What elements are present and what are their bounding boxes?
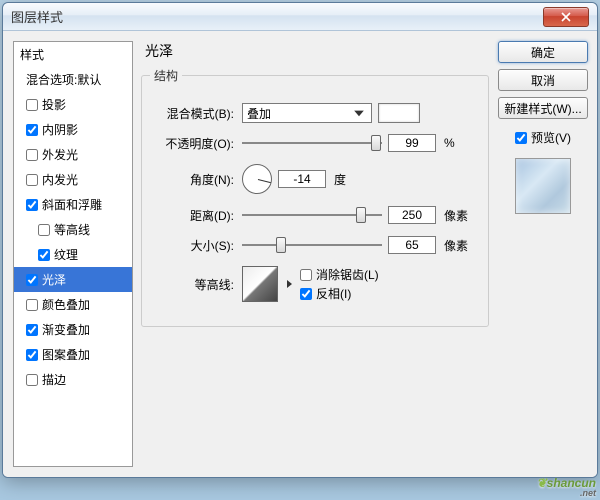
angle-input[interactable] [278,170,326,188]
opacity-slider[interactable] [242,134,382,152]
blend-mode-row: 混合模式(B): 叠加 [156,102,474,124]
invert-checkbox[interactable]: 反相(I) [300,285,379,302]
sidebar-item-label: 描边 [42,371,66,388]
contour-row: 等高线: 消除锯齿(L) [156,264,474,304]
sidebar-header[interactable]: 样式 [14,42,132,67]
sidebar-item-label: 内阴影 [42,121,78,138]
sidebar-item-style[interactable]: 颜色叠加 [14,292,132,317]
sidebar-item-label: 光泽 [42,271,66,288]
size-slider[interactable] [242,236,382,254]
right-column: 确定 取消 新建样式(W)... 预览(V) [497,31,597,477]
style-checkbox[interactable] [26,274,38,286]
slider-thumb[interactable] [276,237,286,253]
antialias-label: 消除锯齿(L) [316,266,379,283]
sidebar-item-style[interactable]: 光泽 [14,267,132,292]
content-area: 样式 混合选项:默认 投影内阴影外发光内发光斜面和浮雕等高线纹理光泽颜色叠加渐变… [3,31,597,477]
style-checkbox[interactable] [26,199,38,211]
angle-unit: 度 [334,171,358,188]
preview-label: 预览(V) [531,129,571,146]
preview-checkbox[interactable]: 预览(V) [515,129,571,146]
sidebar-item-style[interactable]: 斜面和浮雕 [14,192,132,217]
titlebar[interactable]: 图层样式 [3,3,597,31]
preview-input[interactable] [515,132,527,144]
style-checkbox[interactable] [26,99,38,111]
angle-row: 角度(N): 度 [156,162,474,196]
sidebar-item-style[interactable]: 图案叠加 [14,342,132,367]
invert-input[interactable] [300,288,312,300]
sidebar-item-label: 斜面和浮雕 [42,196,102,213]
opacity-unit: % [444,136,468,150]
contour-picker[interactable] [242,266,278,302]
ok-button[interactable]: 确定 [498,41,588,63]
size-label: 大小(S): [156,237,242,254]
angle-dial[interactable] [242,164,272,194]
sidebar-item-style[interactable]: 描边 [14,367,132,392]
size-input[interactable] [388,236,436,254]
sidebar-item-label: 内发光 [42,171,78,188]
blend-mode-dropdown[interactable]: 叠加 [242,103,372,123]
angle-label: 角度(N): [156,171,242,188]
style-checkbox[interactable] [26,349,38,361]
panel-title: 光泽 [141,41,489,61]
close-button[interactable] [543,7,589,27]
style-checkbox[interactable] [26,299,38,311]
style-checkbox[interactable] [26,324,38,336]
sidebar-item-label: 外发光 [42,146,78,163]
window-title: 图层样式 [11,7,543,26]
opacity-row: 不透明度(O): % [156,132,474,154]
structure-legend: 结构 [150,67,182,84]
antialias-checkbox[interactable]: 消除锯齿(L) [300,266,379,283]
sidebar-item-style[interactable]: 等高线 [14,217,132,242]
new-style-button[interactable]: 新建样式(W)... [498,97,588,119]
distance-unit: 像素 [444,207,468,224]
slider-thumb[interactable] [356,207,366,223]
structure-fieldset: 结构 混合模式(B): 叠加 不透明度(O): [141,67,489,327]
distance-input[interactable] [388,206,436,224]
sidebar-item-style[interactable]: 投影 [14,92,132,117]
sidebar-item-label: 等高线 [54,221,90,238]
main-panel: 光泽 结构 混合模式(B): 叠加 不透明度(O): [133,31,497,477]
blend-mode-label: 混合模式(B): [156,105,242,122]
sidebar-item-label: 投影 [42,96,66,113]
slider-thumb[interactable] [371,135,381,151]
sidebar-item-style[interactable]: 纹理 [14,242,132,267]
size-row: 大小(S): 像素 [156,234,474,256]
angle-indicator [258,179,271,183]
distance-label: 距离(D): [156,207,242,224]
opacity-label: 不透明度(O): [156,135,242,152]
leaf-icon: ❦ [537,476,547,490]
distance-row: 距离(D): 像素 [156,204,474,226]
distance-slider[interactable] [242,206,382,224]
sidebar-item-style[interactable]: 外发光 [14,142,132,167]
style-checkbox[interactable] [38,249,50,261]
styles-sidebar: 样式 混合选项:默认 投影内阴影外发光内发光斜面和浮雕等高线纹理光泽颜色叠加渐变… [13,41,133,467]
sidebar-item-style[interactable]: 渐变叠加 [14,317,132,342]
sidebar-item-style[interactable]: 内阴影 [14,117,132,142]
antialias-input[interactable] [300,269,312,281]
style-checkbox[interactable] [26,149,38,161]
opacity-input[interactable] [388,134,436,152]
style-checkbox[interactable] [26,374,38,386]
chevron-right-icon[interactable] [287,280,292,288]
sidebar-item-label: 渐变叠加 [42,321,90,338]
color-swatch[interactable] [378,103,420,123]
sidebar-blend-options[interactable]: 混合选项:默认 [14,67,132,92]
contour-label: 等高线: [156,276,242,293]
blend-mode-value: 叠加 [247,105,271,122]
style-checkbox[interactable] [26,174,38,186]
sidebar-item-label: 纹理 [54,246,78,263]
sidebar-item-style[interactable]: 内发光 [14,167,132,192]
preview-thumbnail [515,158,571,214]
style-checkbox[interactable] [26,124,38,136]
cancel-button[interactable]: 取消 [498,69,588,91]
chevron-down-icon [351,105,367,121]
dialog-window: 图层样式 样式 混合选项:默认 投影内阴影外发光内发光斜面和浮雕等高线纹理光泽颜… [2,2,598,478]
blend-options-label: 混合选项:默认 [26,71,101,88]
invert-label: 反相(I) [316,285,351,302]
close-icon [561,12,571,22]
sidebar-item-label: 颜色叠加 [42,296,90,313]
style-checkbox[interactable] [38,224,50,236]
size-unit: 像素 [444,237,468,254]
sidebar-item-label: 图案叠加 [42,346,90,363]
